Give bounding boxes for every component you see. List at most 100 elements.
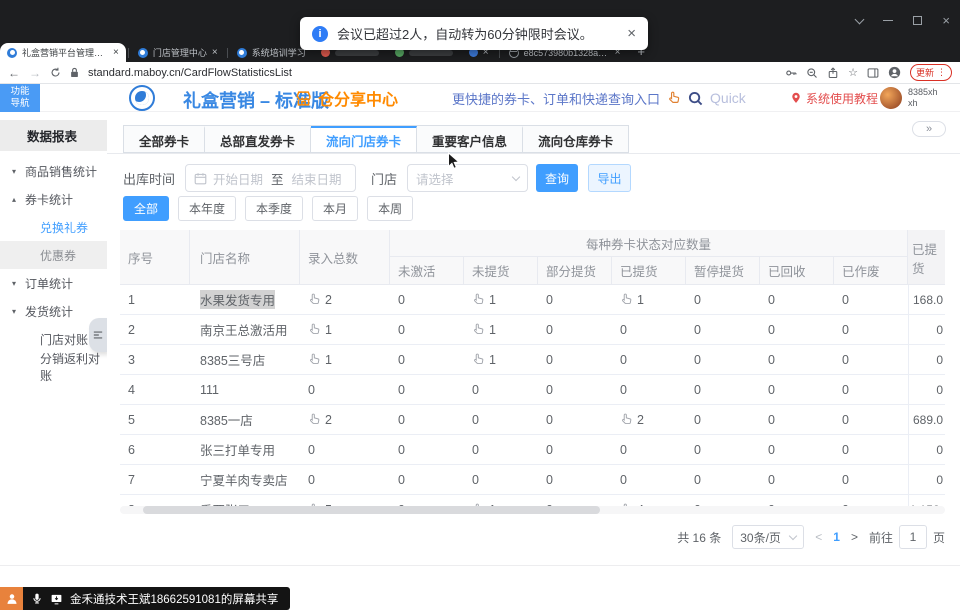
caret-up-icon: ▴ bbox=[12, 195, 16, 204]
tab-search-icon[interactable] bbox=[855, 14, 865, 24]
toast-close-icon[interactable]: × bbox=[627, 25, 636, 42]
sidebar-collapse-handle[interactable] bbox=[89, 318, 107, 352]
cell-status-count: 0 bbox=[834, 315, 908, 344]
cell-status-count[interactable]: 1 bbox=[464, 345, 538, 374]
cell-status-count[interactable]: 1 bbox=[612, 285, 686, 314]
cell-status-count: 0 bbox=[390, 375, 464, 404]
chrome-update-button[interactable]: 更新⋮ bbox=[910, 64, 952, 81]
cell-picked-amount: 689.0 bbox=[908, 405, 945, 434]
quick-search-entry[interactable]: 更快捷的券卡、订单和快递查询入口 Quick bbox=[452, 84, 746, 112]
zoom-icon[interactable] bbox=[806, 67, 818, 79]
obscured-tab-label bbox=[335, 50, 379, 56]
reload-icon[interactable] bbox=[50, 67, 61, 78]
cell-picked-amount: 0 bbox=[908, 435, 945, 464]
quick-filter-year[interactable]: 本年度 bbox=[178, 196, 236, 221]
goto-page-input[interactable]: 1 bbox=[899, 525, 927, 549]
header-group-title: 每种券卡状态对应数量 bbox=[390, 230, 907, 257]
current-page[interactable]: 1 bbox=[833, 530, 840, 544]
forward-icon[interactable]: → bbox=[29, 67, 41, 79]
start-date-placeholder: 开始日期 bbox=[213, 169, 263, 188]
cell-total-entered[interactable]: 1 bbox=[300, 315, 390, 344]
sidebar-item-gift-coupon[interactable]: 兑换礼券 bbox=[0, 213, 107, 241]
main-content: » 全部券卡 总部直发券卡 流向门店券卡 重要客户信息 流向仓库券卡 出库时间 … bbox=[107, 112, 960, 565]
browser-tab[interactable]: 礼盒营销平台管理中心 × bbox=[0, 43, 126, 62]
tab-store-flow-cards[interactable]: 流向门店券卡 bbox=[311, 126, 417, 152]
date-to-label: 至 bbox=[271, 169, 284, 188]
pointing-finger-icon bbox=[472, 353, 485, 366]
quick-filter-quarter[interactable]: 本季度 bbox=[245, 196, 303, 221]
chevron-down-icon bbox=[512, 172, 520, 180]
sidebar-item-order-stats[interactable]: ▾ 订单统计 bbox=[0, 269, 107, 297]
tutorial-link[interactable]: 系统使用教程 bbox=[790, 84, 878, 112]
toolbar-actions: ☆ 更新⋮ bbox=[785, 64, 952, 81]
scrollbar-thumb[interactable] bbox=[143, 506, 600, 514]
password-key-icon[interactable] bbox=[785, 67, 797, 79]
tab-close-icon[interactable]: × bbox=[212, 47, 218, 58]
function-nav-button[interactable]: 功能导航 bbox=[0, 84, 40, 112]
store-select[interactable]: 请选择 bbox=[407, 164, 528, 192]
cell-status-count: 0 bbox=[612, 375, 686, 404]
screen-share-icon bbox=[50, 593, 63, 605]
cell-status-count: 0 bbox=[390, 315, 464, 344]
sidebar-item-product-sales[interactable]: ▾ 商品销售统计 bbox=[0, 157, 107, 185]
cell-status-count: 0 bbox=[686, 375, 760, 404]
header-not-activated: 未激活 bbox=[390, 257, 464, 284]
cell-total-entered: 0 bbox=[300, 435, 390, 464]
share-icon[interactable] bbox=[827, 67, 839, 79]
sidebar-item-discount-coupon[interactable]: 优惠券 bbox=[0, 241, 107, 269]
tab-close-icon[interactable]: × bbox=[113, 47, 119, 58]
taskbar-app-icon[interactable] bbox=[0, 587, 23, 610]
panel-collapse-button[interactable]: » bbox=[912, 121, 946, 137]
tab-key-customers[interactable]: 重要客户信息 bbox=[417, 126, 523, 152]
header-paused: 暂停提货 bbox=[686, 257, 760, 284]
cell-status-count[interactable]: 1 bbox=[464, 315, 538, 344]
card-flow-tabs: 全部券卡 总部直发券卡 流向门店券卡 重要客户信息 流向仓库券卡 bbox=[123, 125, 629, 153]
update-label: 更新 bbox=[916, 66, 934, 79]
cell-status-count: 0 bbox=[760, 465, 834, 494]
cell-total-entered[interactable]: 2 bbox=[300, 285, 390, 314]
store-icon bbox=[295, 90, 312, 107]
cell-total-entered[interactable]: 1 bbox=[300, 345, 390, 374]
cell-status-count: 0 bbox=[760, 405, 834, 434]
sidebar-item-rebate-reconciliation[interactable]: 分销返利对账 bbox=[0, 353, 107, 381]
tab-warehouse-flow-cards[interactable]: 流向仓库券卡 bbox=[523, 126, 628, 152]
cell-status-count[interactable]: 2 bbox=[612, 405, 686, 434]
date-range-input[interactable]: 开始日期 至 结束日期 bbox=[185, 164, 356, 192]
cell-total-entered[interactable]: 2 bbox=[300, 405, 390, 434]
tab-hq-direct-cards[interactable]: 总部直发券卡 bbox=[205, 126, 311, 152]
prev-page-icon[interactable]: < bbox=[815, 530, 822, 544]
horizontal-scrollbar[interactable] bbox=[120, 506, 945, 514]
maximize-icon[interactable] bbox=[913, 16, 922, 25]
page-size-select[interactable]: 30条/页 bbox=[732, 525, 804, 549]
caret-down-icon: ▾ bbox=[12, 307, 16, 316]
table-row: 6张三打单专用000000000 bbox=[120, 435, 945, 465]
pointing-finger-icon bbox=[620, 413, 633, 426]
minimize-icon[interactable] bbox=[883, 20, 893, 22]
cell-status-count: 0 bbox=[686, 435, 760, 464]
cell-status-count: 0 bbox=[686, 285, 760, 314]
cell-status-count[interactable]: 1 bbox=[464, 285, 538, 314]
browser-tab[interactable]: 门店管理中心 × bbox=[131, 43, 225, 62]
share-center-link[interactable]: 仓分享中心 bbox=[295, 84, 398, 112]
cell-status-count: 0 bbox=[538, 375, 612, 404]
cell-status-count: 0 bbox=[612, 345, 686, 374]
profile-avatar-icon[interactable] bbox=[888, 66, 901, 79]
quick-filter-week[interactable]: 本周 bbox=[367, 196, 413, 221]
bookmark-star-icon[interactable]: ☆ bbox=[848, 66, 858, 79]
sidebar-item-card-stats[interactable]: ▴ 券卡统计 bbox=[0, 185, 107, 213]
next-page-icon[interactable]: > bbox=[851, 530, 858, 544]
tab-all-cards[interactable]: 全部券卡 bbox=[124, 126, 205, 152]
back-icon[interactable]: ← bbox=[8, 67, 20, 79]
export-button[interactable]: 导出 bbox=[588, 164, 631, 192]
user-account[interactable]: 8385xh xh bbox=[880, 84, 938, 112]
quick-filter-all[interactable]: 全部 bbox=[123, 196, 169, 221]
quick-filter-month[interactable]: 本月 bbox=[312, 196, 358, 221]
search-button[interactable]: 查询 bbox=[536, 164, 578, 192]
store-select-placeholder: 请选择 bbox=[416, 169, 454, 188]
cell-status-count: 0 bbox=[464, 465, 538, 494]
close-icon[interactable]: × bbox=[942, 16, 950, 25]
url-text[interactable]: standard.maboy.cn/CardFlowStatisticsList bbox=[88, 67, 292, 79]
side-panel-icon[interactable] bbox=[867, 67, 879, 79]
cell-status-count: 0 bbox=[834, 345, 908, 374]
sidebar-item-label: 订单统计 bbox=[25, 275, 73, 292]
